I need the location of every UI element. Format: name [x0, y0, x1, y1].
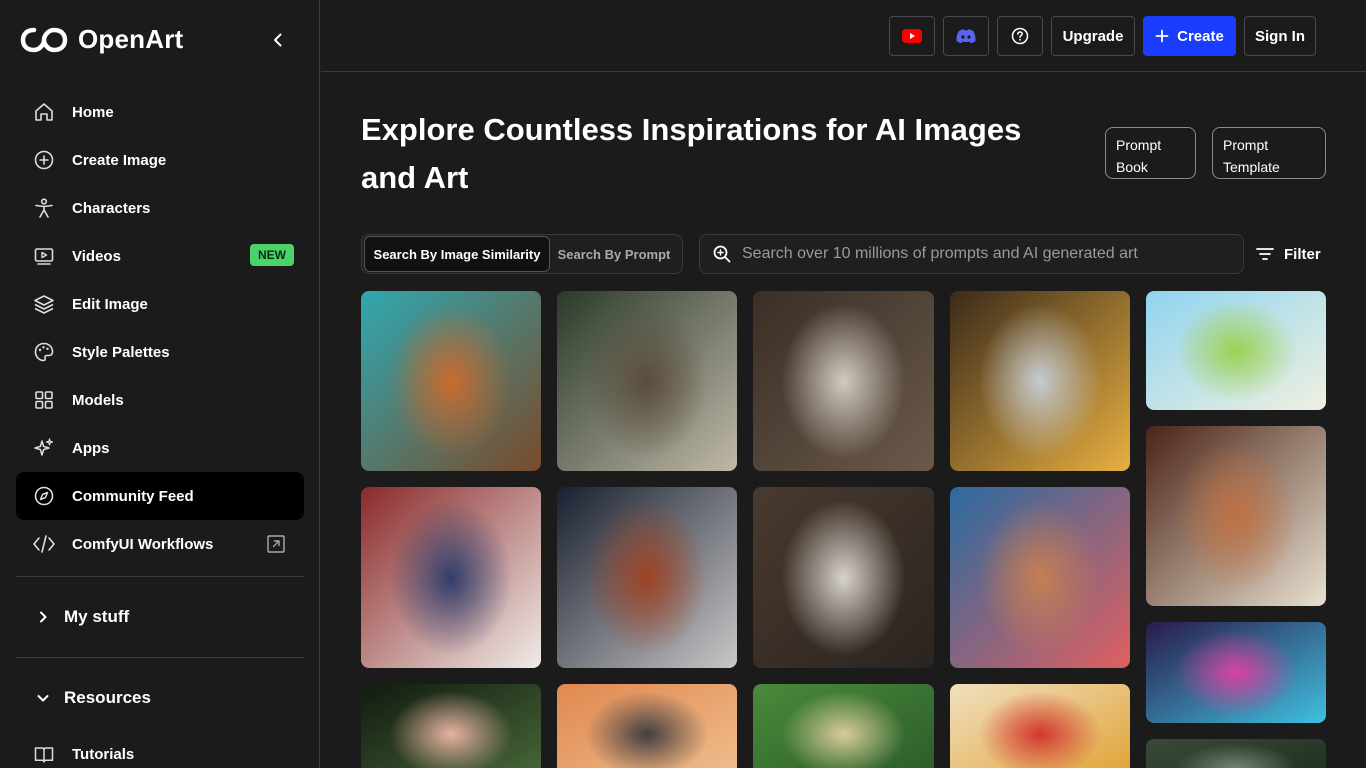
godzilla-sunset-image[interactable] — [557, 684, 737, 768]
sidebar-item-community-feed[interactable]: Community Feed — [16, 472, 304, 520]
youtube-icon — [902, 29, 922, 43]
sparkle-icon — [32, 436, 56, 460]
section-label: My stuff — [64, 607, 130, 626]
sidebar-item-label: Characters — [72, 199, 151, 217]
royal-couple-crowns-image[interactable] — [557, 291, 737, 471]
person-icon — [32, 196, 56, 220]
chevron-right-icon — [32, 606, 54, 628]
sidebar-item-label: Home — [72, 103, 114, 121]
page-title: Explore Countless Inspirations for AI Im… — [361, 112, 1022, 195]
tab-search-by-image-similarity[interactable]: Search By Image Similarity — [364, 236, 550, 272]
sidebar-item-characters[interactable]: Characters — [16, 184, 304, 232]
section-my-stuff[interactable]: My stuff — [16, 597, 304, 637]
code-icon — [32, 532, 56, 556]
sidebar-item-models[interactable]: Models — [16, 376, 304, 424]
section-resources[interactable]: Resources — [16, 678, 304, 718]
brand-logo[interactable]: OpenArt — [20, 24, 183, 55]
sidebar-item-create-image[interactable]: Create Image — [16, 136, 304, 184]
new-badge: NEW — [250, 244, 294, 266]
youtube-button[interactable] — [889, 16, 935, 56]
create-button[interactable]: Create — [1143, 16, 1236, 56]
prompt-book-button[interactable]: Prompt Book — [1105, 127, 1196, 179]
video-icon — [32, 244, 56, 268]
space-telescope-planet-image[interactable] — [557, 487, 737, 668]
filter-label: Filter — [1284, 245, 1321, 263]
chevron-down-icon — [32, 687, 54, 709]
discord-button[interactable] — [943, 16, 989, 56]
app-root: OpenArt Home Create Image Characters Vid… — [0, 0, 1366, 768]
sidebar: OpenArt Home Create Image Characters Vid… — [0, 0, 320, 768]
sidebar-item-label: Tutorials — [72, 745, 135, 763]
question-circle-icon — [1011, 27, 1029, 45]
elf-forest-image[interactable] — [753, 684, 934, 768]
sidebar-nav: Home Create Image Characters Videos NEW … — [16, 88, 304, 568]
sunny-meadow-image[interactable] — [1146, 291, 1326, 410]
external-link-icon — [267, 535, 285, 553]
sidebar-item-label: Apps — [72, 439, 110, 457]
sign-in-button[interactable]: Sign In — [1244, 16, 1316, 56]
home-icon — [32, 100, 56, 124]
filter-icon — [1256, 248, 1274, 260]
roses-pattern-image[interactable] — [361, 684, 541, 768]
upgrade-button[interactable]: Upgrade — [1051, 16, 1135, 56]
top-bar: Upgrade Create Sign In — [321, 0, 1366, 72]
compass-icon — [32, 484, 56, 508]
tab-search-by-prompt[interactable]: Search By Prompt — [550, 236, 678, 272]
palette-icon — [32, 340, 56, 364]
woman-ball-gown-room-image[interactable] — [753, 487, 934, 668]
sidebar-item-comfyui-workflows[interactable]: ComfyUI Workflows — [16, 520, 304, 568]
brand-name: OpenArt — [78, 24, 184, 54]
help-button[interactable] — [997, 16, 1043, 56]
sidebar-divider — [16, 657, 304, 658]
woman-flower-crown-image[interactable] — [950, 487, 1130, 668]
sidebar-item-edit-image[interactable]: Edit Image — [16, 280, 304, 328]
section-label: Resources — [64, 688, 151, 707]
sidebar-item-label: Edit Image — [72, 295, 148, 313]
prompt-template-button[interactable]: Prompt Template — [1212, 127, 1326, 179]
sidebar-item-label: Models — [72, 391, 124, 409]
plus-icon — [1155, 29, 1169, 43]
eagle-american-flag-image[interactable] — [361, 487, 541, 668]
plus-circle-icon — [32, 148, 56, 172]
woman-old-shop-image[interactable] — [1146, 426, 1326, 606]
search-mode-toggle: Search By Image Similarity Search By Pro… — [361, 234, 683, 274]
woman-teal-dress-roses-image[interactable] — [361, 291, 541, 471]
man-running-neon-image[interactable] — [1146, 622, 1326, 723]
sidebar-divider — [16, 576, 304, 577]
grid-icon — [32, 388, 56, 412]
discord-icon — [956, 29, 976, 44]
layers-icon — [32, 292, 56, 316]
sidebar-item-label: ComfyUI Workflows — [72, 535, 214, 553]
create-button-label: Create — [1177, 27, 1224, 45]
sidebar-item-videos[interactable]: Videos NEW — [16, 232, 304, 280]
sidebar-item-label: Videos — [72, 247, 121, 265]
sidebar-item-label: Style Palettes — [72, 343, 170, 361]
robot-warrior-image[interactable] — [950, 291, 1130, 471]
bear-red-hat-image[interactable] — [950, 684, 1130, 768]
sidebar-item-home[interactable]: Home — [16, 88, 304, 136]
sidebar-item-style-palettes[interactable]: Style Palettes — [16, 328, 304, 376]
gray-creature-image[interactable] — [1146, 739, 1326, 768]
book-icon — [32, 742, 56, 766]
sidebar-item-tutorials[interactable]: Tutorials — [16, 730, 304, 768]
sidebar-item-apps[interactable]: Apps — [16, 424, 304, 472]
chevron-left-icon — [274, 33, 282, 47]
collapse-sidebar-button[interactable] — [266, 28, 290, 52]
search-bar — [699, 234, 1244, 274]
woman-white-gown-image[interactable] — [753, 291, 934, 471]
filter-button[interactable]: Filter — [1256, 240, 1321, 268]
search-input[interactable] — [742, 245, 1232, 263]
infinity-logo-icon — [20, 27, 68, 52]
sidebar-item-label: Community Feed — [72, 487, 194, 505]
sidebar-item-label: Create Image — [72, 151, 167, 169]
search-icon — [713, 245, 731, 263]
